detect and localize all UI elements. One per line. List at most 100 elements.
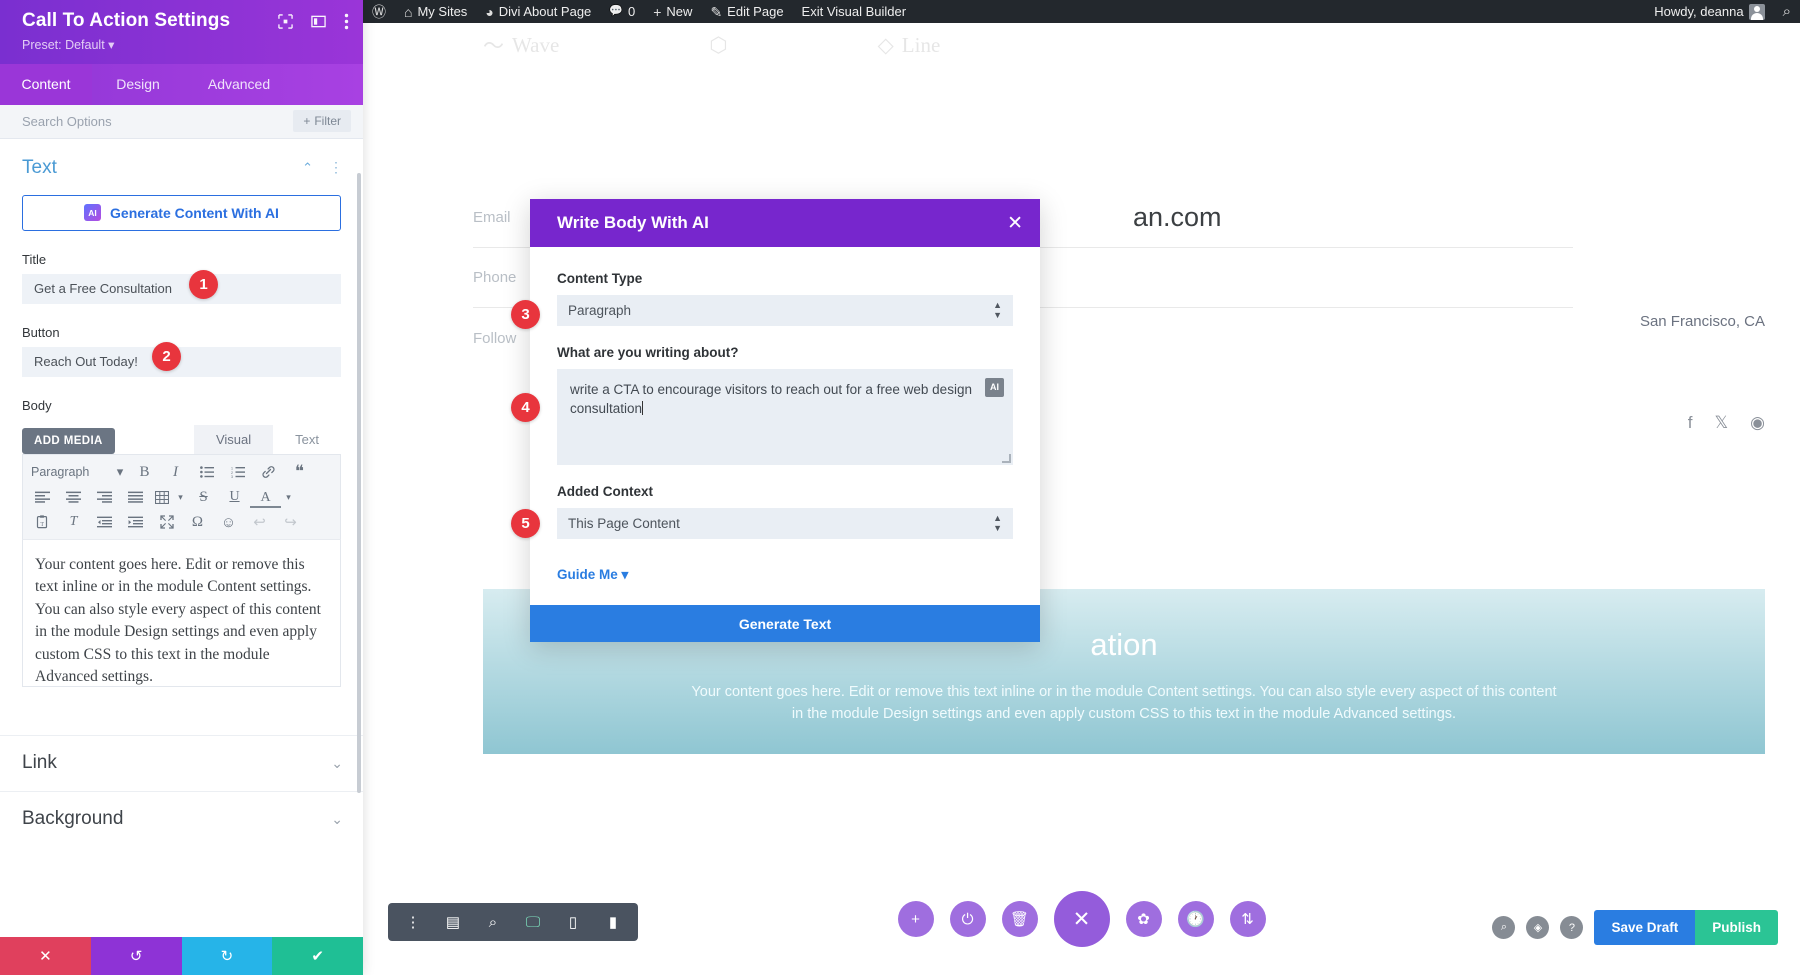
emoji-icon[interactable]: ☺ bbox=[213, 510, 244, 535]
generate-text-button[interactable]: Generate Text bbox=[530, 605, 1040, 642]
save-draft-button[interactable]: Save Draft bbox=[1594, 910, 1696, 945]
table-dropdown-caret-icon[interactable]: ▾ bbox=[173, 485, 188, 510]
kebab-menu-icon[interactable]: ⋮ bbox=[329, 159, 343, 176]
undo-icon[interactable]: ↩ bbox=[244, 510, 275, 535]
portability-button[interactable]: ⇅ bbox=[1229, 901, 1266, 937]
toggle-builder-button[interactable]: ⏻ bbox=[949, 901, 986, 937]
prompt-textarea[interactable]: write a CTA to encourage visitors to rea… bbox=[557, 369, 1013, 465]
redo-button[interactable]: ↻ bbox=[181, 937, 273, 975]
discard-changes-button[interactable]: ✕ bbox=[0, 937, 91, 975]
right-action-group[interactable]: ⌕ ◈ ? Save Draft Publish bbox=[1492, 910, 1778, 945]
special-character-icon[interactable]: Ω bbox=[182, 510, 213, 535]
bulleted-list-icon[interactable] bbox=[191, 460, 222, 485]
desktop-view-icon[interactable]: 🖵 bbox=[514, 903, 552, 941]
italic-icon[interactable]: I bbox=[160, 460, 191, 485]
format-dropdown-caret-icon[interactable]: ▾ bbox=[111, 460, 129, 485]
module-settings-panel[interactable]: Call To Action Settings Preset: Default … bbox=[0, 0, 363, 975]
body-content-area[interactable]: Your content goes here. Edit or remove t… bbox=[22, 538, 341, 687]
facebook-icon[interactable]: f bbox=[1688, 413, 1693, 433]
align-center-icon[interactable] bbox=[58, 485, 89, 510]
panel-footer[interactable]: ✕ ↺ ↻ ✔ bbox=[0, 937, 363, 975]
builder-round-toolbar[interactable]: + ⏻ 🗑 ✕ ✿ 🕐 ⇅ bbox=[897, 891, 1266, 947]
tab-visual[interactable]: Visual bbox=[193, 424, 274, 454]
ai-badge-icon[interactable]: AI bbox=[985, 378, 1004, 397]
search-input[interactable]: Search Options bbox=[22, 114, 112, 129]
settings-button[interactable]: ✿ bbox=[1125, 901, 1162, 937]
admin-bar-comments[interactable]: 💬 0 bbox=[600, 0, 644, 23]
filter-button[interactable]: + Filter bbox=[293, 110, 351, 133]
target-icon[interactable] bbox=[278, 14, 293, 29]
link-icon[interactable] bbox=[253, 460, 284, 485]
numbered-list-icon[interactable]: 123 bbox=[222, 460, 253, 485]
x-twitter-icon[interactable]: 𝕏 bbox=[1714, 413, 1728, 433]
paste-as-text-icon[interactable]: T bbox=[27, 510, 58, 535]
write-body-with-ai-modal[interactable]: Write Body With AI ✕ Content Type Paragr… bbox=[530, 199, 1040, 642]
chevron-up-icon[interactable]: ⌃ bbox=[302, 160, 313, 176]
panel-header-icons[interactable] bbox=[278, 13, 349, 30]
guide-me-toggle[interactable]: Guide Me ▾ bbox=[557, 567, 1013, 583]
align-left-icon[interactable] bbox=[27, 485, 58, 510]
paragraph-format-select[interactable]: Paragraph bbox=[27, 460, 111, 485]
admin-bar-account[interactable]: Howdy, deanna bbox=[1645, 0, 1773, 23]
resize-handle[interactable] bbox=[1002, 454, 1011, 463]
tab-content[interactable]: Content bbox=[0, 63, 92, 105]
publish-button[interactable]: Publish bbox=[1695, 910, 1778, 945]
chevron-down-icon[interactable]: ⌄ bbox=[331, 811, 343, 828]
close-builder-button[interactable]: ✕ bbox=[1053, 891, 1110, 947]
chevron-down-icon[interactable]: ⌄ bbox=[331, 755, 343, 772]
content-type-select[interactable]: Paragraph ▲ ▼ bbox=[557, 295, 1013, 326]
phone-view-icon[interactable]: ▮ bbox=[594, 903, 632, 941]
added-context-select[interactable]: This Page Content ▲ ▼ bbox=[557, 508, 1013, 539]
layers-icon[interactable]: ◈ bbox=[1526, 916, 1550, 939]
section-link[interactable]: Link ⌄ bbox=[0, 734, 363, 791]
editor-mode-tabs[interactable]: Visual Text bbox=[193, 424, 341, 454]
trash-button[interactable]: 🗑 bbox=[1001, 901, 1038, 937]
text-color-icon[interactable]: A bbox=[250, 489, 281, 509]
view-mode-toolbar[interactable]: ⋮ ▤ ⌕ 🖵 ▯ ▮ bbox=[388, 903, 638, 941]
button-text-input[interactable]: Reach Out Today! bbox=[22, 346, 341, 377]
bold-icon[interactable]: B bbox=[129, 460, 160, 485]
undo-button[interactable]: ↺ bbox=[90, 937, 182, 975]
underline-icon[interactable]: U bbox=[219, 485, 250, 510]
tablet-view-icon[interactable]: ▯ bbox=[554, 903, 592, 941]
preset-selector[interactable]: Preset: Default ▾ bbox=[22, 37, 347, 52]
add-media-button[interactable]: ADD MEDIA bbox=[22, 427, 115, 454]
save-publish-group[interactable]: Save Draft Publish bbox=[1594, 910, 1778, 945]
section-text-header[interactable]: Text ⌃ ⋮ bbox=[0, 139, 363, 189]
blockquote-icon[interactable]: ❝ bbox=[284, 460, 315, 485]
strikethrough-icon[interactable]: S bbox=[188, 485, 219, 510]
table-icon[interactable] bbox=[151, 485, 173, 510]
admin-bar-site-name[interactable]: ◕ Divi About Page bbox=[476, 0, 600, 23]
admin-bar-my-sites[interactable]: ⌂ My Sites bbox=[395, 0, 476, 23]
tab-design[interactable]: Design bbox=[92, 64, 184, 105]
wordpress-logo-icon[interactable]: Ⓦ bbox=[363, 0, 395, 23]
wireframe-view-icon[interactable]: ▤ bbox=[434, 903, 472, 941]
zoom-out-view-icon[interactable]: ⌕ bbox=[474, 903, 512, 941]
clear-formatting-icon[interactable]: T bbox=[58, 510, 89, 535]
search-icon[interactable]: ⌕ bbox=[1492, 916, 1516, 939]
editor-toolbar[interactable]: Paragraph ▾ B I 123 ❝ ▾ S U A ▾ T T Ω ☺ … bbox=[22, 453, 341, 539]
kebab-menu-icon[interactable] bbox=[344, 13, 349, 30]
tab-text[interactable]: Text bbox=[273, 425, 341, 454]
layout-icon[interactable] bbox=[311, 14, 326, 29]
fullscreen-icon[interactable] bbox=[151, 510, 182, 535]
search-options-bar[interactable]: Search Options + Filter bbox=[0, 104, 363, 139]
admin-bar-edit-page[interactable]: ✎ Edit Page bbox=[701, 0, 792, 23]
tab-advanced[interactable]: Advanced bbox=[184, 64, 294, 105]
panel-tabs[interactable]: Content Design Advanced bbox=[0, 63, 363, 105]
wp-admin-bar[interactable]: Ⓦ ⌂ My Sites ◕ Divi About Page 💬 0 + New ✎ Ed… bbox=[363, 0, 1800, 23]
title-input[interactable]: Get a Free Consultation bbox=[22, 273, 341, 304]
instagram-icon[interactable]: ◉ bbox=[1750, 413, 1765, 433]
generate-content-with-ai-button[interactable]: AI Generate Content With AI bbox=[22, 194, 341, 231]
align-justify-icon[interactable] bbox=[120, 485, 151, 510]
text-color-caret-icon[interactable]: ▾ bbox=[281, 485, 296, 510]
redo-icon[interactable]: ↪ bbox=[275, 510, 306, 535]
add-section-button[interactable]: + bbox=[897, 901, 934, 937]
outdent-icon[interactable] bbox=[89, 510, 120, 535]
save-changes-button[interactable]: ✔ bbox=[272, 937, 363, 975]
indent-icon[interactable] bbox=[120, 510, 151, 535]
admin-bar-exit-visual-builder[interactable]: Exit Visual Builder bbox=[793, 0, 916, 23]
help-icon[interactable]: ? bbox=[1560, 916, 1584, 939]
align-right-icon[interactable] bbox=[89, 485, 120, 510]
kebab-menu-icon[interactable]: ⋮ bbox=[394, 903, 432, 941]
